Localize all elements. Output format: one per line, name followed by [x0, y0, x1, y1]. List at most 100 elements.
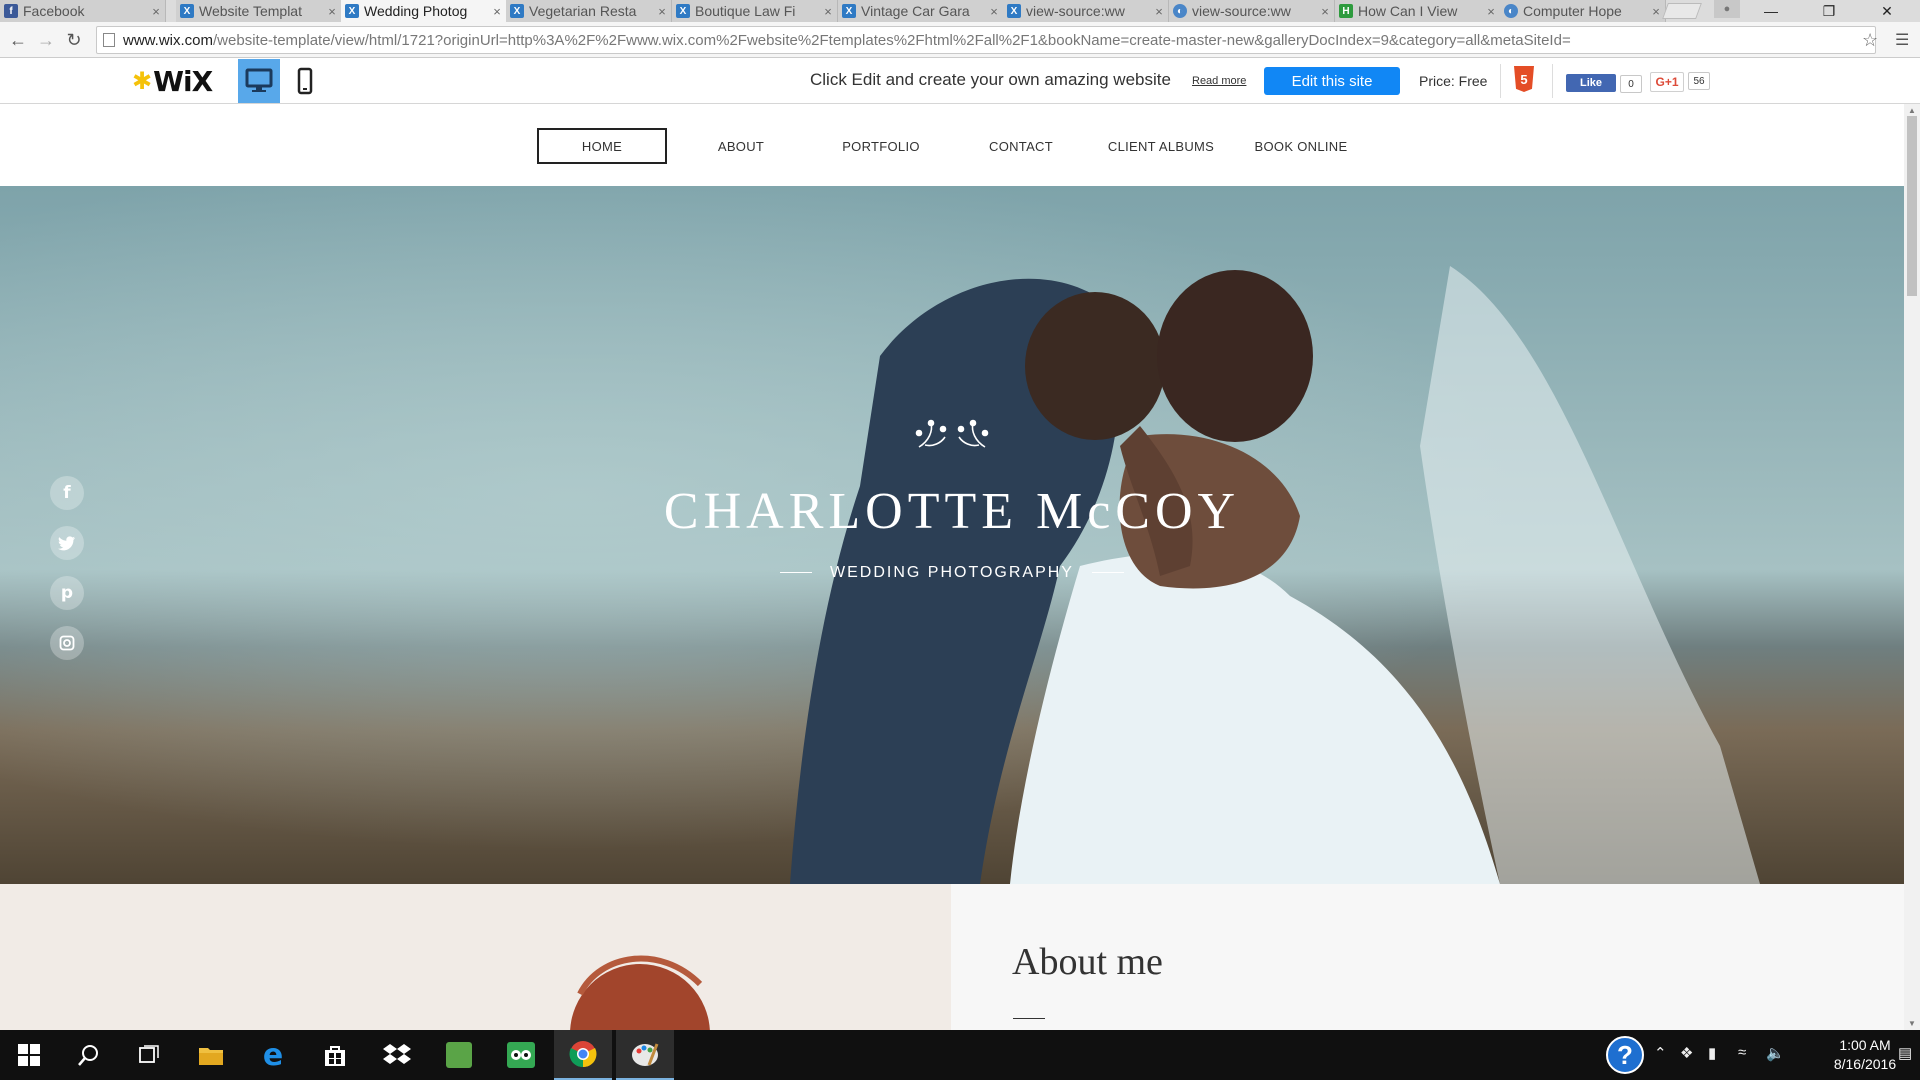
desktop-view-button[interactable] — [238, 59, 280, 103]
page-icon — [103, 33, 115, 47]
scroll-thumb[interactable] — [1907, 116, 1917, 296]
facebook-like-label: Like — [1579, 77, 1602, 89]
scroll-up-icon[interactable]: ▲ — [1908, 106, 1916, 115]
tab-close-icon[interactable]: × — [1316, 4, 1334, 19]
chrome-page-icon: ◐ — [1173, 4, 1187, 18]
minimize-icon[interactable]: — — [1748, 0, 1794, 22]
notifications-icon[interactable]: ▤ — [1898, 1044, 1912, 1062]
wix-icon: X — [842, 4, 856, 18]
close-window-icon[interactable]: ✕ — [1864, 0, 1910, 22]
tab-close-icon[interactable]: × — [323, 4, 341, 19]
about-photo — [0, 884, 951, 1030]
hero-title: CHARLOTTE McCOY — [663, 483, 1241, 540]
nav-about[interactable]: ABOUT — [676, 128, 806, 164]
tripadvisor-icon[interactable] — [492, 1030, 550, 1080]
page-scrollbar[interactable]: ▲ ▼ — [1904, 104, 1920, 1030]
reload-icon[interactable]: ↻ — [62, 28, 86, 52]
battery-icon[interactable]: ▮ — [1708, 1044, 1716, 1062]
facebook-like-button[interactable]: Like — [1566, 74, 1616, 92]
tab-close-icon[interactable]: × — [819, 4, 837, 19]
tab-view-source-2[interactable]: ◐ view-source:ww × — [1169, 0, 1335, 22]
tab-title: Computer Hope — [1523, 3, 1622, 19]
clock-time: 1:00 AM — [1839, 1037, 1891, 1053]
wix-logo[interactable]: ✱ WiX — [132, 65, 213, 98]
evernote-icon[interactable] — [430, 1030, 488, 1080]
bookmark-star-icon[interactable]: ☆ — [1862, 30, 1878, 51]
tab-website-templates[interactable]: X Website Templat × — [176, 0, 342, 22]
volume-muted-icon[interactable]: 🔈 — [1766, 1044, 1785, 1062]
wix-preview-bar: ✱ WiX Click Edit and create your own ama… — [0, 58, 1920, 104]
edge-icon[interactable]: e — [244, 1030, 302, 1080]
wifi-icon[interactable]: ≈ — [1738, 1044, 1746, 1061]
floral-ornament-icon — [915, 419, 989, 448]
forward-icon[interactable]: → — [34, 28, 58, 52]
tab-close-icon[interactable]: × — [147, 4, 165, 19]
tab-facebook[interactable]: f Facebook × — [0, 0, 166, 22]
url-input[interactable]: www.wix.com/website-template/view/html/1… — [96, 26, 1876, 54]
instagram-icon[interactable] — [50, 626, 84, 660]
help-icon[interactable]: ? — [1606, 1036, 1644, 1074]
tab-close-icon[interactable]: × — [488, 4, 506, 19]
tab-title: Website Templat — [199, 3, 302, 19]
paint-icon[interactable] — [616, 1030, 674, 1080]
tab-close-icon[interactable]: × — [1150, 4, 1168, 19]
nav-book-online[interactable]: BOOK ONLINE — [1236, 128, 1366, 164]
chrome-icon[interactable] — [554, 1030, 612, 1080]
file-explorer-icon[interactable] — [182, 1030, 240, 1080]
dropbox-tray-icon[interactable]: ❖ — [1680, 1044, 1693, 1062]
google-plus-count: 56 — [1688, 72, 1710, 90]
dropbox-icon[interactable] — [368, 1030, 426, 1080]
new-tab-button[interactable] — [1662, 3, 1702, 19]
start-icon[interactable] — [0, 1030, 58, 1080]
search-icon[interactable] — [60, 1030, 118, 1080]
back-icon[interactable]: ← — [6, 28, 30, 52]
facebook-icon: f — [4, 4, 18, 18]
tab-title: Facebook — [23, 3, 85, 19]
restore-icon[interactable]: ❐ — [1806, 0, 1852, 22]
wix-icon: X — [345, 4, 359, 18]
mobile-icon — [297, 67, 313, 95]
tab-title: How Can I View — [1358, 3, 1458, 19]
tab-vegetarian-restaurant[interactable]: X Vegetarian Resta × — [506, 0, 672, 22]
nav-contact[interactable]: CONTACT — [956, 128, 1086, 164]
profile-icon[interactable]: ● — [1714, 0, 1740, 18]
task-view-icon[interactable] — [120, 1030, 178, 1080]
store-icon[interactable] — [306, 1030, 364, 1080]
facebook-icon[interactable]: f — [50, 476, 84, 510]
nav-home[interactable]: HOME — [537, 128, 667, 164]
browser-tab-strip: f Facebook × X Website Templat × X Weddi… — [0, 0, 1920, 22]
chrome-menu-icon[interactable]: ☰ — [1895, 30, 1909, 50]
twitter-icon[interactable] — [50, 526, 84, 560]
url-path: /website-template/view/html/1721?originU… — [213, 31, 1571, 49]
mobile-view-button[interactable] — [284, 59, 326, 103]
windows-taskbar: e ? ⌃ ❖ ▮ ≈ 🔈 1:00 AM 8/16/2016 ▤ — [0, 1030, 1920, 1080]
tab-how-can-i-view[interactable]: H How Can I View × — [1335, 0, 1501, 22]
divider — [1013, 1018, 1045, 1019]
tab-boutique-law-firm[interactable]: X Boutique Law Fi × — [672, 0, 838, 22]
chevron-up-icon[interactable]: ⌃ — [1654, 1044, 1667, 1062]
pinterest-icon[interactable]: p — [50, 576, 84, 610]
nav-client-albums[interactable]: CLIENT ALBUMS — [1096, 128, 1226, 164]
tab-title: Boutique Law Fi — [695, 3, 796, 19]
divider — [1500, 64, 1501, 98]
site-navigation: HOME ABOUT PORTFOLIO CONTACT CLIENT ALBU… — [0, 104, 1904, 186]
address-bar-row: ← → ↻ www.wix.com/website-template/view/… — [0, 22, 1920, 58]
edit-this-site-button[interactable]: Edit this site — [1264, 67, 1400, 95]
wix-icon: X — [1007, 4, 1021, 18]
nav-portfolio[interactable]: PORTFOLIO — [816, 128, 946, 164]
scroll-down-icon[interactable]: ▼ — [1908, 1019, 1916, 1028]
tab-title: Wedding Photog — [364, 3, 468, 19]
tab-close-icon[interactable]: × — [1482, 4, 1500, 19]
tab-close-icon[interactable]: × — [653, 4, 671, 19]
about-photo-image — [0, 884, 951, 1030]
tab-wedding-photography[interactable]: X Wedding Photog × — [341, 0, 507, 22]
desktop-icon — [245, 68, 273, 92]
tab-view-source-1[interactable]: X view-source:ww × — [1003, 0, 1169, 22]
edit-promo-text: Click Edit and create your own amazing w… — [810, 70, 1171, 89]
system-clock[interactable]: 1:00 AM 8/16/2016 — [1820, 1036, 1910, 1074]
tab-close-icon[interactable]: × — [985, 4, 1003, 19]
tab-vintage-car-garage[interactable]: X Vintage Car Gara × — [838, 0, 1004, 22]
google-plus-button[interactable]: G+1 — [1650, 72, 1684, 92]
tab-computer-hope[interactable]: ◐ Computer Hope × — [1500, 0, 1666, 22]
read-more-link[interactable]: Read more — [1192, 75, 1246, 87]
